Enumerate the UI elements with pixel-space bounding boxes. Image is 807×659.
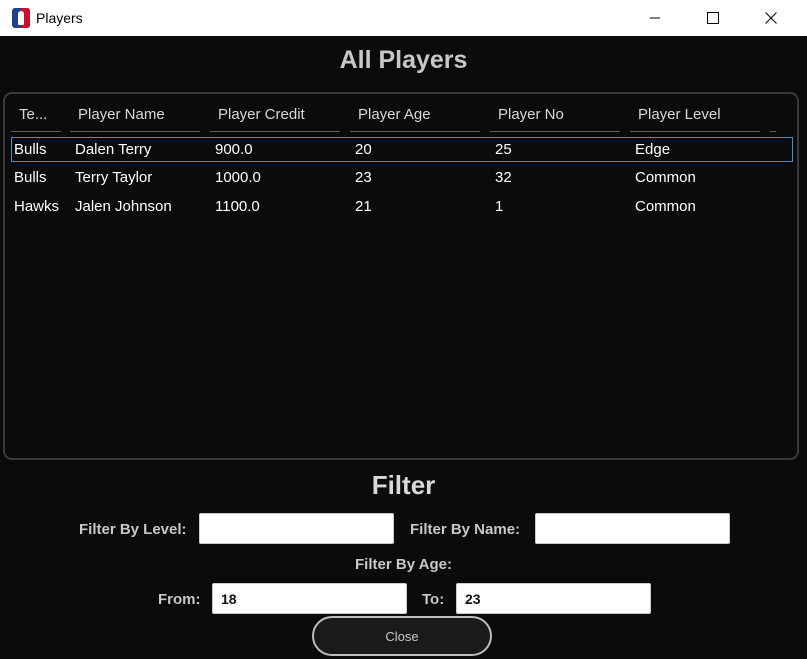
filter-level-input[interactable] bbox=[199, 513, 394, 544]
age-from-label: From: bbox=[158, 591, 201, 608]
age-to-label: To: bbox=[422, 591, 445, 608]
cell-player-age: 23 bbox=[355, 169, 372, 186]
cell-player-age: 21 bbox=[355, 198, 372, 215]
window-close-button[interactable] bbox=[742, 0, 800, 36]
cell-player-credit: 1000.0 bbox=[215, 169, 261, 186]
cell-team: Bulls bbox=[14, 169, 47, 186]
age-to-input[interactable] bbox=[456, 583, 651, 614]
column-header-player-no[interactable]: Player No bbox=[490, 106, 620, 132]
filter-title: Filter bbox=[371, 470, 436, 500]
cell-player-credit: 1100.0 bbox=[215, 198, 260, 215]
filter-name-label: Filter By Name: bbox=[410, 521, 521, 538]
cell-player-level: Common bbox=[635, 169, 696, 186]
table-header: Te... Player Name Player Credit Player A… bbox=[5, 94, 797, 132]
column-header-player-age[interactable]: Player Age bbox=[350, 106, 480, 132]
maximize-button[interactable] bbox=[684, 0, 742, 36]
cell-team: Hawks bbox=[14, 198, 60, 215]
column-header-team[interactable]: Te... bbox=[11, 106, 61, 132]
cell-player-no: 25 bbox=[495, 141, 512, 158]
filter-level-label: Filter By Level: bbox=[79, 521, 187, 538]
column-header-player-name[interactable]: Player Name bbox=[70, 106, 200, 132]
cell-player-credit: 900.0 bbox=[215, 141, 253, 158]
players-table[interactable]: Te... Player Name Player Credit Player A… bbox=[3, 92, 799, 460]
minimize-icon bbox=[650, 17, 660, 19]
main-content: All Players Te... Player Name Player Cre… bbox=[0, 36, 807, 659]
cell-player-age: 20 bbox=[355, 141, 372, 158]
cell-player-name: Dalen Terry bbox=[75, 141, 152, 158]
cell-player-level: Common bbox=[635, 198, 696, 215]
cell-player-level: Edge bbox=[635, 141, 671, 158]
cell-player-name: Jalen Johnson bbox=[75, 198, 172, 215]
page-title: All Players bbox=[339, 46, 468, 74]
window-titlebar: Players bbox=[0, 0, 807, 36]
filter-name-input[interactable] bbox=[535, 513, 730, 544]
cell-player-name: Terry Taylor bbox=[75, 169, 153, 186]
minimize-button[interactable] bbox=[626, 0, 684, 36]
nba-logo-icon bbox=[12, 8, 30, 28]
column-header-player-credit[interactable]: Player Credit bbox=[210, 106, 340, 132]
age-from-input[interactable] bbox=[212, 583, 407, 614]
column-header-filler bbox=[770, 106, 776, 132]
table-row[interactable]: Bulls Dalen Terry 900.0 20 25 Edge bbox=[11, 137, 793, 162]
table-row[interactable]: Bulls Terry Taylor 1000.0 23 32 Common bbox=[11, 166, 793, 191]
cell-player-no: 32 bbox=[495, 169, 512, 186]
close-button[interactable]: Close bbox=[312, 616, 492, 656]
cell-player-no: 1 bbox=[495, 198, 504, 215]
table-row[interactable]: Hawks Jalen Johnson 1100.0 21 1 Common bbox=[11, 195, 793, 220]
close-icon bbox=[765, 12, 777, 24]
maximize-icon bbox=[707, 12, 719, 24]
window-title: Players bbox=[36, 10, 83, 26]
filter-age-label: Filter By Age: bbox=[355, 556, 452, 573]
column-header-player-level[interactable]: Player Level bbox=[630, 106, 760, 132]
cell-team: Bulls bbox=[14, 141, 47, 158]
